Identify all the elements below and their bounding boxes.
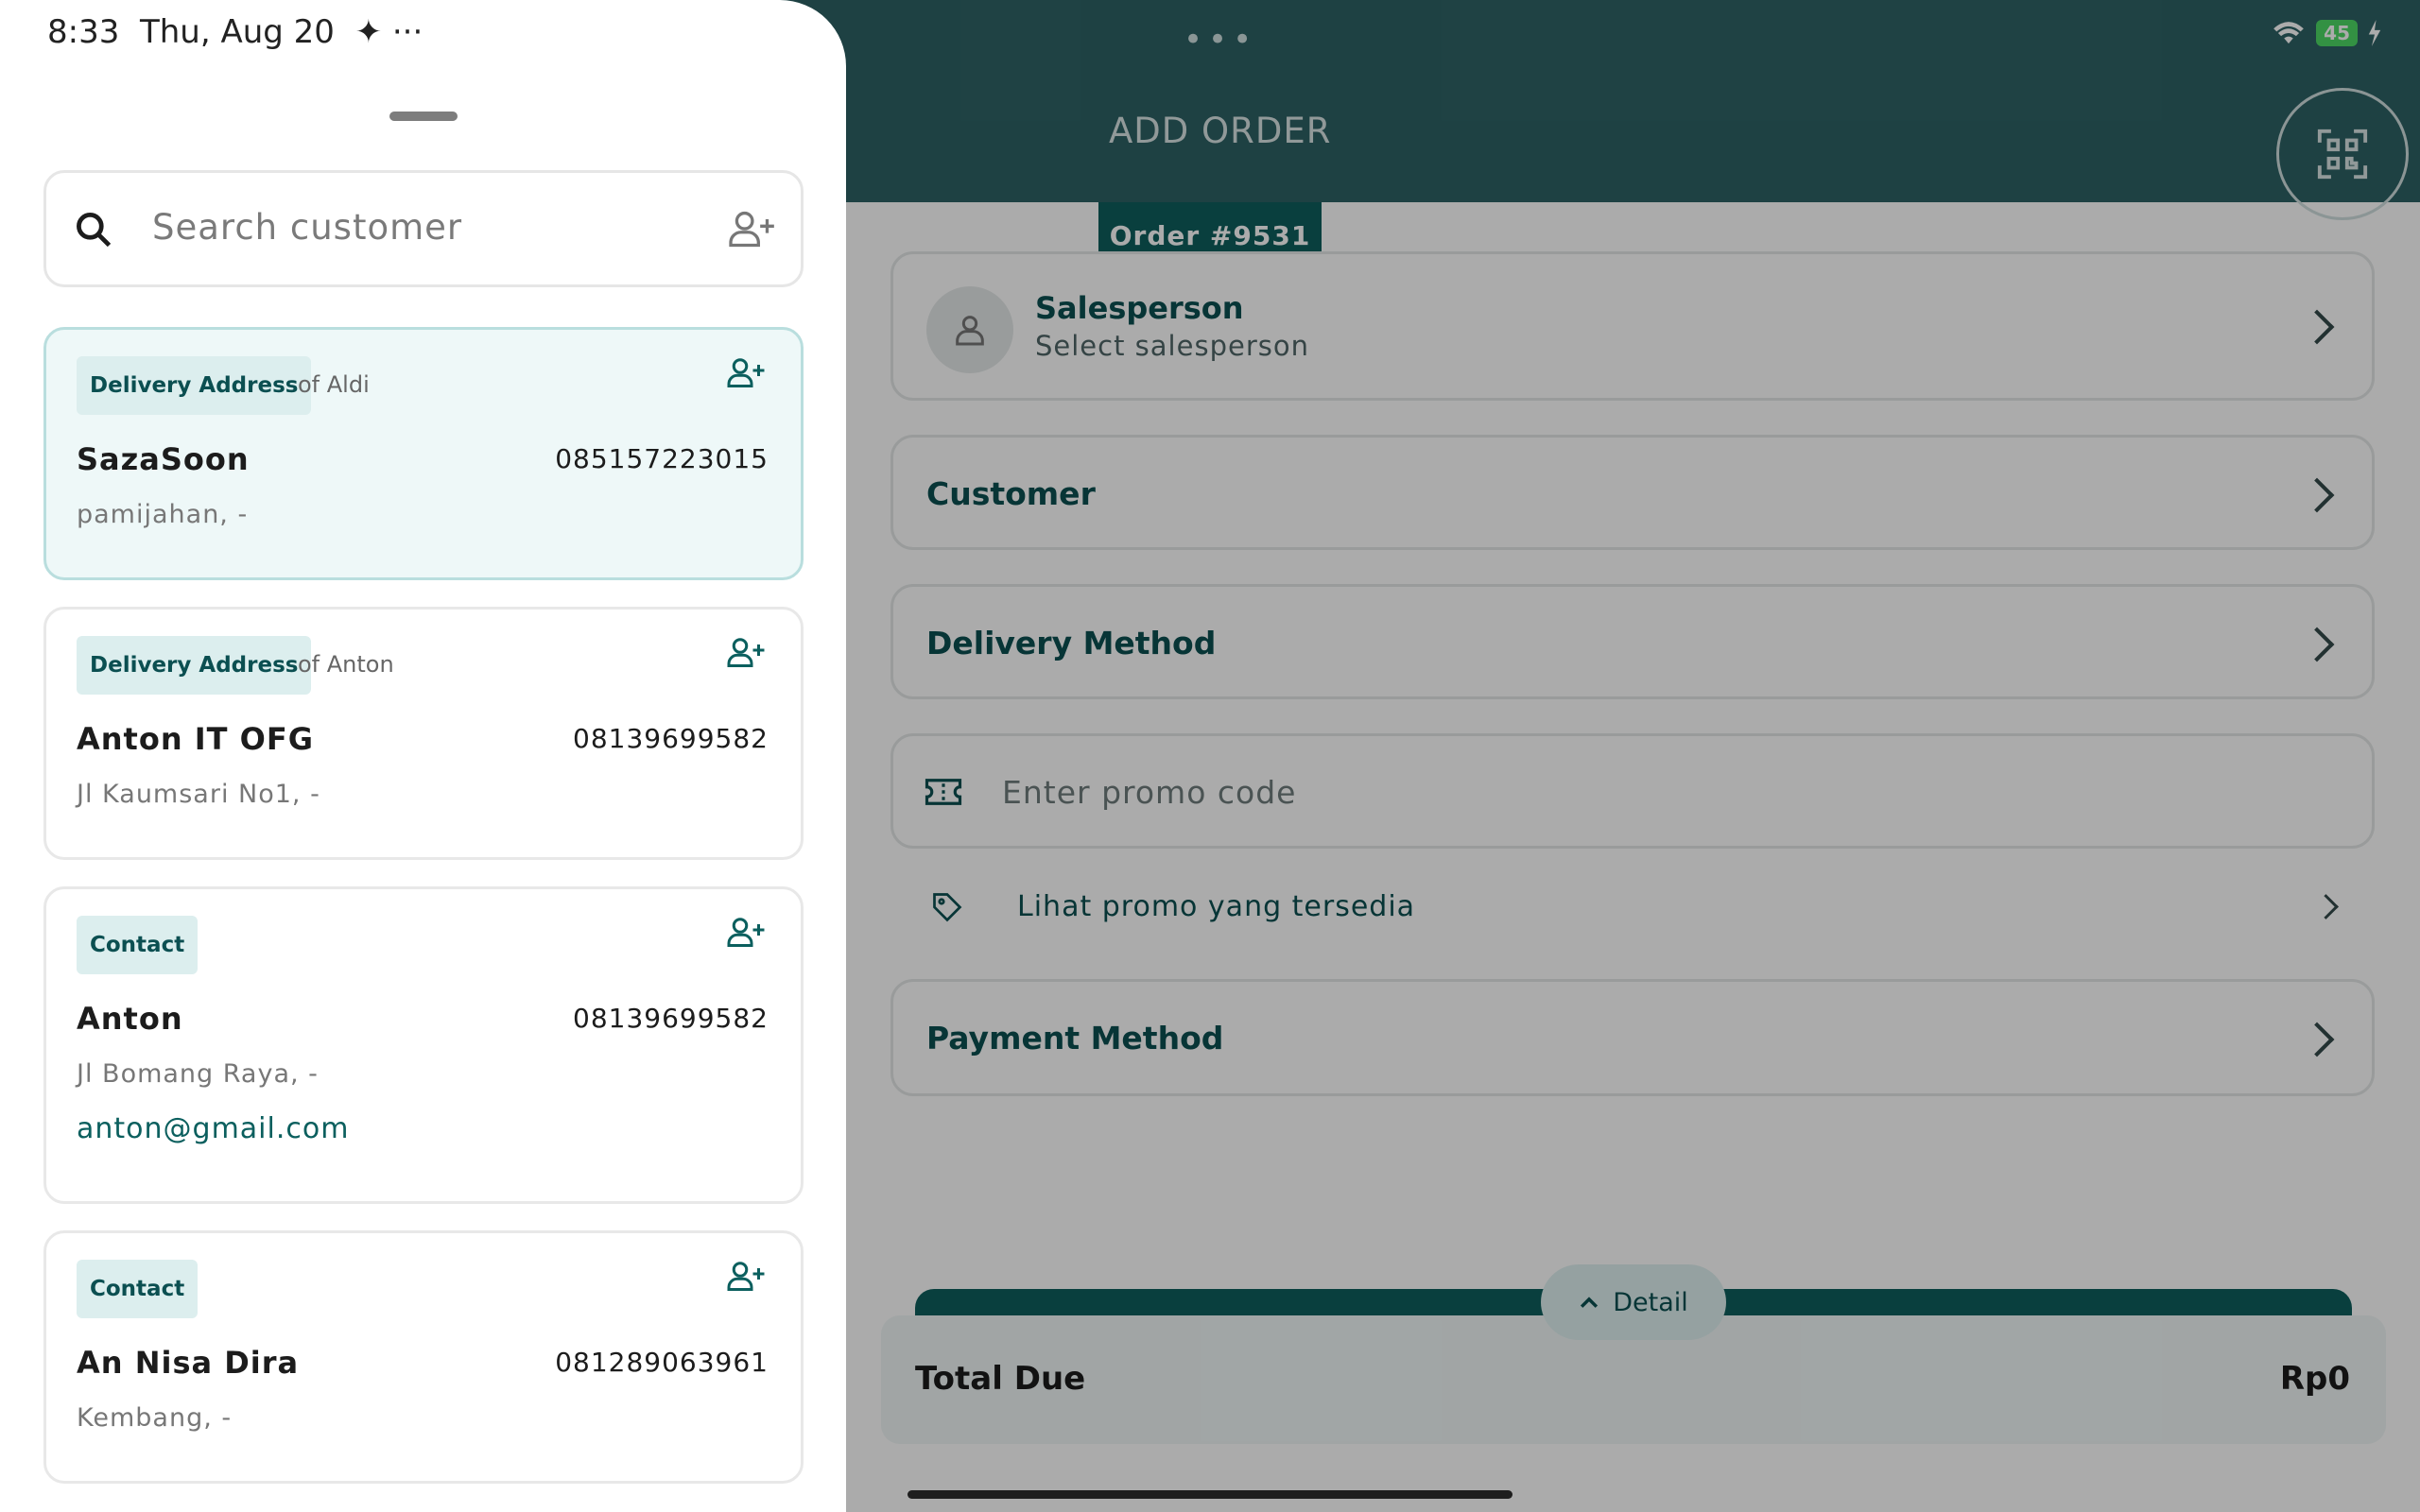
type-badge: Delivery Address bbox=[77, 356, 312, 415]
customer-name: Anton IT OFG bbox=[77, 721, 314, 757]
sparkle-icon: ✦ bbox=[354, 13, 383, 51]
owner-label: of Aldi bbox=[298, 371, 370, 398]
customer-phone: 08139699582 bbox=[573, 723, 769, 754]
customer-address: pamijahan, - bbox=[77, 500, 249, 529]
customer-email[interactable]: anton@gmail.com bbox=[77, 1112, 349, 1145]
drag-handle[interactable] bbox=[389, 112, 458, 121]
customer-item[interactable]: Delivery Address of Aldi SazaSoon 085157… bbox=[43, 327, 804, 580]
customer-item[interactable]: Contact An Nisa Dira 081289063961 Kemban… bbox=[43, 1230, 804, 1484]
customer-phone: 081289063961 bbox=[555, 1347, 769, 1378]
search-icon bbox=[77, 213, 112, 248]
customer-phone: 08139699582 bbox=[573, 1003, 769, 1034]
customer-name: Anton bbox=[77, 1001, 183, 1037]
search-customer-box[interactable]: Search customer bbox=[43, 170, 804, 287]
type-badge: Delivery Address bbox=[77, 636, 312, 695]
status-time: 8:33 Thu, Aug 20 ✦ ··· bbox=[47, 13, 424, 51]
search-customer-input[interactable]: Search customer bbox=[152, 207, 462, 248]
add-person-icon[interactable] bbox=[725, 356, 767, 390]
customer-name: An Nisa Dira bbox=[77, 1345, 300, 1381]
add-person-icon[interactable] bbox=[725, 636, 767, 670]
customer-item[interactable]: Contact Anton 08139699582 Jl Bomang Raya… bbox=[43, 886, 804, 1204]
customer-item[interactable]: Delivery Address of Anton Anton IT OFG 0… bbox=[43, 607, 804, 860]
customer-name: SazaSoon bbox=[77, 441, 250, 477]
customer-picker-sheet: 8:33 Thu, Aug 20 ✦ ··· Search customer D… bbox=[0, 0, 846, 1512]
type-badge: Contact bbox=[77, 1260, 199, 1318]
more-icon: ··· bbox=[391, 13, 424, 51]
owner-label: of Anton bbox=[298, 651, 394, 678]
customer-address: Jl Bomang Raya, - bbox=[77, 1059, 319, 1089]
add-person-icon[interactable] bbox=[725, 1260, 767, 1294]
add-person-icon[interactable] bbox=[725, 916, 767, 950]
add-person-icon[interactable] bbox=[727, 209, 776, 250]
customer-address: Kembang, - bbox=[77, 1403, 233, 1433]
customer-phone: 085157223015 bbox=[555, 443, 769, 474]
type-badge: Contact bbox=[77, 916, 199, 974]
customer-address: Jl Kaumsari No1, - bbox=[77, 780, 320, 809]
